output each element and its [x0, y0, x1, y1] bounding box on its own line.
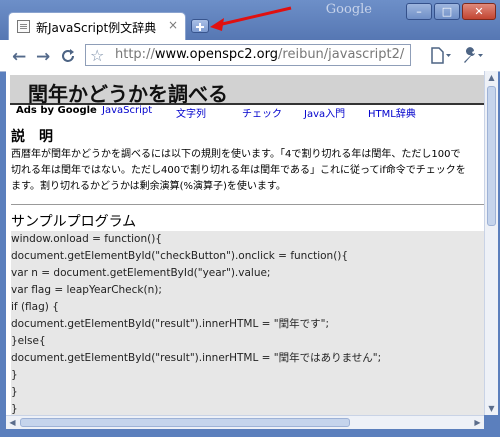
page-favicon-icon [17, 20, 30, 33]
horizontal-scrollbar[interactable]: ◀ ▶ [6, 415, 484, 429]
forward-button[interactable]: → [36, 47, 50, 67]
code-line: document.getElementById("checkButton").o… [11, 250, 349, 262]
scroll-right-icon[interactable]: ▶ [471, 416, 484, 429]
navigation-toolbar: ← → ☆ http://www.openspc2.org/reibun/jav… [0, 40, 500, 72]
code-line: window.onload = function(){ [11, 233, 162, 245]
divider [11, 204, 484, 205]
horizontal-scroll-thumb[interactable] [20, 418, 350, 427]
vertical-scrollbar[interactable]: ▲ ▼ [484, 71, 498, 415]
description-heading: 説 明 [11, 129, 53, 145]
code-line: var n = document.getElementById("year").… [11, 267, 271, 279]
title-bar: Google – □ ✕ 新JavaScript例文辞典 × [0, 0, 500, 41]
code-line: } [11, 369, 18, 381]
browser-brand: Google [325, 2, 372, 17]
url-host: www.openspc2.org [154, 47, 279, 62]
description-line: 西暦年が閏年かどうかを調べるには以下の規則を使います。「4で割り切れる年は閏年、… [11, 149, 461, 160]
bookmark-star-icon[interactable]: ☆ [90, 46, 104, 65]
reload-icon[interactable] [60, 48, 76, 64]
back-button[interactable]: ← [12, 47, 26, 67]
code-line: } [11, 403, 18, 415]
url-scheme: http:// [115, 47, 155, 62]
scroll-up-icon[interactable]: ▲ [485, 71, 498, 84]
code-line: var flag = leapYearCheck(n); [11, 284, 162, 296]
page-menu-icon[interactable] [430, 47, 452, 64]
tab-title: 新JavaScript例文辞典 [36, 21, 157, 35]
url-path: /reibun/javascript2/Da [278, 47, 405, 62]
ad-link-javascript[interactable]: JavaScript [102, 105, 152, 116]
ad-link-html-dictionary[interactable]: HTML辞典 [368, 105, 416, 120]
new-tab-button[interactable] [191, 19, 209, 33]
code-line: document.getElementById("result").innerH… [11, 352, 382, 364]
scroll-left-icon[interactable]: ◀ [6, 416, 19, 429]
ads-by-google-link[interactable]: Ads by Google [16, 105, 97, 116]
maximize-button[interactable]: □ [434, 3, 460, 20]
vertical-scroll-thumb[interactable] [487, 86, 496, 226]
address-url: http://www.openspc2.org/reibun/javascrip… [115, 47, 405, 62]
code-block: window.onload = function(){ document.get… [11, 231, 484, 415]
wrench-icon[interactable] [461, 47, 485, 64]
ad-link-string[interactable]: 文字列 [176, 105, 206, 120]
tab-close-icon[interactable]: × [168, 18, 178, 32]
code-line: document.getElementById("result").innerH… [11, 318, 329, 330]
code-line: }else{ [11, 335, 46, 347]
browser-window: Google – □ ✕ 新JavaScript例文辞典 × ← → ☆ htt… [0, 0, 500, 437]
tab-active[interactable]: 新JavaScript例文辞典 × [8, 12, 186, 41]
sample-program-heading: サンプルプログラム [11, 214, 137, 230]
page-title-banner: 閏年かどうかを調べる [10, 75, 484, 106]
ad-link-java-intro[interactable]: Java入門 [304, 105, 345, 120]
code-line: if (flag) { [11, 301, 59, 313]
description-line: ます。割り切れるかどうかは剰余演算(%演算子)を使います。 [11, 181, 286, 192]
description-text: 西暦年が閏年かどうかを調べるには以下の規則を使います。「4で割り切れる年は閏年、… [11, 147, 484, 195]
close-window-button[interactable]: ✕ [462, 3, 496, 20]
page-content: 閏年かどうかを調べる Ads by Google JavaScript 文字列 … [6, 71, 484, 415]
ad-link-check[interactable]: チェック [242, 105, 282, 120]
description-line: 切れる年は閏年ではない。ただし400で割り切れる年は閏年である」これに従ってif… [11, 165, 466, 176]
minimize-button[interactable]: – [406, 3, 432, 20]
scroll-down-icon[interactable]: ▼ [485, 402, 498, 415]
page-title: 閏年かどうかを調べる [28, 82, 228, 106]
code-line: } [11, 386, 18, 398]
